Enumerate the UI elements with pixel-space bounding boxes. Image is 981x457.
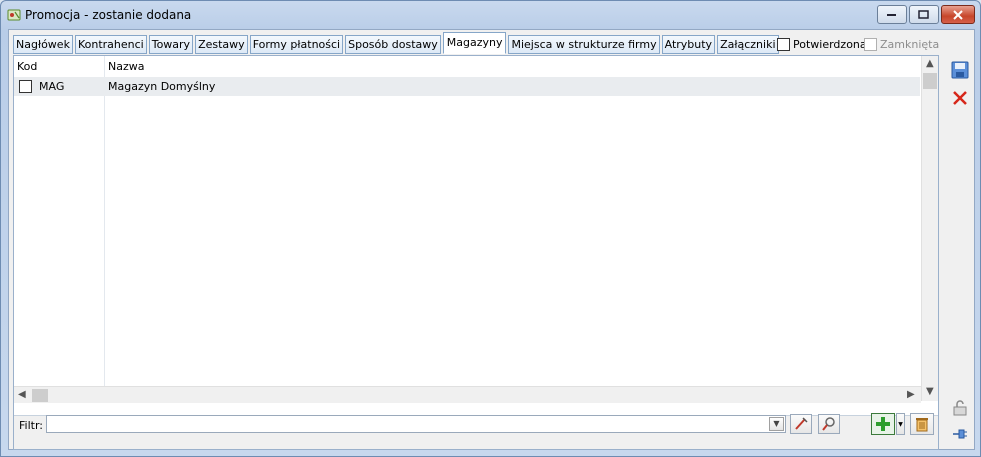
title-bar: Promocja - zostanie dodana bbox=[1, 1, 980, 29]
column-divider bbox=[104, 56, 105, 386]
save-icon bbox=[951, 61, 969, 79]
warehouses-grid: Kod Nazwa MAG Magazyn Domyślny ▲ ▼ ◀ ▶ bbox=[14, 56, 938, 416]
save-button[interactable] bbox=[949, 59, 971, 81]
tab-zestawy[interactable]: Zestawy bbox=[195, 35, 248, 54]
plus-icon bbox=[876, 417, 890, 431]
tab-atrybuty[interactable]: Atrybuty bbox=[661, 35, 716, 54]
confirmed-label: Potwierdzona bbox=[793, 38, 867, 51]
delete-warehouse-button[interactable] bbox=[910, 413, 934, 435]
window-title: Promocja - zostanie dodana bbox=[25, 8, 192, 22]
column-header-nazwa[interactable]: Nazwa bbox=[108, 60, 144, 73]
tab-formy-platnosci[interactable]: Formy płatności bbox=[249, 35, 344, 54]
cancel-button[interactable] bbox=[949, 87, 971, 109]
cell-nazwa: Magazyn Domyślny bbox=[108, 80, 216, 93]
tab-naglowek[interactable]: Nagłówek bbox=[13, 35, 73, 54]
filter-input[interactable]: ▼ bbox=[46, 415, 786, 433]
app-icon bbox=[7, 9, 21, 21]
tab-towary[interactable]: Towary bbox=[148, 35, 194, 54]
close-icon bbox=[953, 9, 963, 20]
table-row[interactable]: MAG Magazyn Domyślny bbox=[14, 77, 920, 96]
add-warehouse-button[interactable] bbox=[871, 413, 895, 435]
confirmed-checkbox[interactable] bbox=[777, 38, 790, 51]
filter-dropdown-button[interactable]: ▼ bbox=[769, 417, 784, 431]
lock-icon bbox=[953, 400, 967, 416]
add-options-button[interactable]: ▼ bbox=[896, 413, 905, 435]
grid-header: Kod Nazwa bbox=[14, 56, 920, 76]
minimize-icon bbox=[887, 13, 896, 16]
scroll-up-icon[interactable]: ▲ bbox=[926, 58, 934, 69]
cell-kod: MAG bbox=[39, 80, 65, 93]
scroll-right-icon[interactable]: ▶ bbox=[907, 389, 915, 400]
close-window-button[interactable] bbox=[941, 5, 975, 24]
warehouses-panel: Kod Nazwa MAG Magazyn Domyślny ▲ ▼ ◀ ▶ F… bbox=[13, 55, 939, 450]
tab-sposob-dostawy[interactable]: Sposób dostawy bbox=[345, 35, 441, 54]
trash-icon bbox=[916, 418, 928, 432]
horizontal-scrollbar[interactable]: ◀ ▶ bbox=[14, 386, 921, 403]
maximize-button[interactable] bbox=[909, 5, 939, 24]
closed-checkbox bbox=[864, 38, 877, 51]
advanced-filter-button[interactable] bbox=[818, 414, 840, 434]
vertical-scrollbar[interactable]: ▲ ▼ bbox=[921, 56, 938, 401]
chevron-down-icon: ▼ bbox=[773, 419, 780, 428]
close-icon bbox=[953, 91, 967, 105]
scroll-left-icon[interactable]: ◀ bbox=[18, 389, 26, 400]
pin-button[interactable] bbox=[949, 423, 971, 445]
tab-miejsca-w-strukturze-firmy[interactable]: Miejsca w strukturze firmy bbox=[508, 35, 660, 54]
maximize-icon bbox=[918, 9, 929, 19]
promotion-window: Promocja - zostanie dodana Nagłówek Kont… bbox=[0, 0, 981, 457]
scroll-down-icon[interactable]: ▼ bbox=[926, 386, 934, 397]
clear-filter-icon bbox=[795, 417, 808, 430]
clear-filter-button[interactable] bbox=[790, 414, 812, 434]
filter-settings-icon bbox=[822, 417, 835, 431]
tab-zalaczniki[interactable]: Załączniki bbox=[717, 35, 779, 54]
confirmed-checkbox-group[interactable]: Potwierdzona bbox=[777, 38, 867, 51]
minimize-button[interactable] bbox=[877, 5, 907, 24]
closed-label: Zamknięta bbox=[880, 38, 940, 51]
column-header-kod[interactable]: Kod bbox=[17, 60, 37, 73]
tab-strip: Nagłówek Kontrahenci Towary Zestawy Form… bbox=[13, 32, 779, 54]
chevron-down-icon: ▼ bbox=[898, 420, 903, 428]
horizontal-scroll-thumb[interactable] bbox=[32, 389, 48, 402]
pin-icon bbox=[953, 429, 967, 439]
tab-kontrahenci[interactable]: Kontrahenci bbox=[74, 35, 147, 54]
vertical-scroll-thumb[interactable] bbox=[923, 73, 937, 89]
row-select-checkbox[interactable] bbox=[19, 80, 32, 93]
form-content: Nagłówek Kontrahenci Towary Zestawy Form… bbox=[8, 29, 975, 450]
closed-checkbox-group: Zamknięta bbox=[864, 38, 939, 51]
filter-label: Filtr: bbox=[19, 419, 43, 432]
tab-magazyny[interactable]: Magazyny bbox=[442, 32, 507, 54]
lock-button[interactable] bbox=[949, 397, 971, 419]
